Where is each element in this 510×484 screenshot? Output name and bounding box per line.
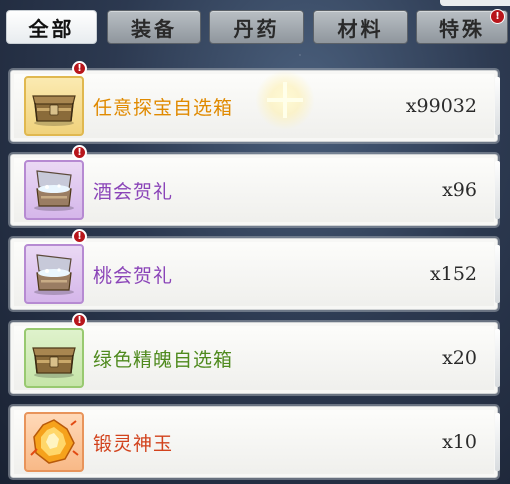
list-item[interactable]: ! 任意探宝自选箱 x99032 bbox=[10, 61, 500, 142]
spirit-jade-icon bbox=[24, 412, 84, 472]
alert-dot-icon: ! bbox=[72, 61, 87, 76]
ornate-chest-icon bbox=[24, 328, 84, 388]
item-count: x152 bbox=[430, 263, 477, 285]
ornate-chest-icon bbox=[24, 76, 84, 136]
list-item[interactable]: ! 酒会贺礼 x96 bbox=[10, 145, 500, 226]
alert-dot-icon: ! bbox=[72, 313, 87, 328]
alert-dot-icon: ! bbox=[72, 145, 87, 160]
item-name: 锻灵神玉 bbox=[93, 432, 174, 455]
list-item[interactable]: ! 绿色精魄自选箱 x20 bbox=[10, 313, 500, 394]
open-gift-chest-icon bbox=[24, 244, 84, 304]
alert-dot-icon: ! bbox=[72, 229, 87, 244]
item-name: 桃会贺礼 bbox=[93, 264, 174, 287]
open-gift-chest-icon bbox=[24, 160, 84, 220]
item-name: 酒会贺礼 bbox=[93, 180, 174, 203]
list-item[interactable]: 锻灵神玉 x10 bbox=[10, 406, 500, 478]
item-name: 绿色精魄自选箱 bbox=[93, 348, 234, 371]
item-count: x96 bbox=[442, 179, 477, 201]
item-count: x99032 bbox=[405, 95, 477, 117]
item-count: x20 bbox=[442, 347, 477, 369]
item-name: 任意探宝自选箱 bbox=[93, 96, 234, 119]
item-list: ! 任意探宝自选箱 x99032 ! 酒会贺礼 x96 ! 桃会贺礼 x152 … bbox=[0, 0, 510, 484]
item-count: x10 bbox=[442, 431, 477, 453]
list-item[interactable]: ! 桃会贺礼 x152 bbox=[10, 229, 500, 310]
